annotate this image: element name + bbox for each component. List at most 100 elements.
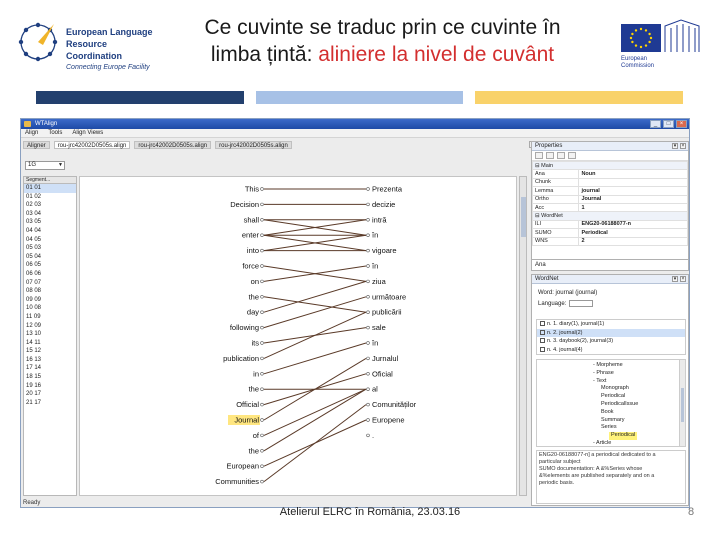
target-anchor[interactable] [366, 187, 370, 191]
source-anchor[interactable] [260, 433, 264, 438]
segment-row[interactable]: 02 03 [24, 201, 76, 210]
segment-row[interactable]: 13 10 [24, 330, 76, 339]
source-anchor[interactable] [260, 418, 264, 422]
segment-row[interactable]: 06 06 [24, 270, 76, 279]
target-word[interactable]: sale [372, 323, 386, 332]
menu-item[interactable]: Align Views [72, 129, 103, 137]
segment-list[interactable]: Segment... 01 01 01 02 02 03 03 04 03 05 04 0… [23, 176, 77, 496]
alignment-link[interactable] [263, 342, 367, 375]
target-anchor[interactable] [366, 433, 370, 438]
target-anchor[interactable] [366, 372, 370, 376]
target-word[interactable]: în [371, 231, 378, 240]
source-anchor[interactable] [260, 310, 264, 314]
segment-row[interactable]: 01 02 [24, 193, 76, 202]
property-row[interactable]: Ana Noun [531, 169, 688, 179]
wordnet-menu-button[interactable]: ▾ [672, 276, 678, 282]
segment-row[interactable]: 16 13 [24, 356, 76, 365]
source-word[interactable]: European [226, 462, 259, 471]
property-row[interactable]: Lemma journal [531, 186, 688, 196]
target-word[interactable]: Europene [372, 416, 405, 425]
target-word[interactable]: Jurnalul [372, 354, 399, 363]
source-word[interactable]: into [247, 246, 259, 255]
tree-node[interactable]: Summary [601, 417, 625, 425]
target-word[interactable]: intră [372, 215, 387, 224]
source-anchor[interactable] [260, 279, 264, 284]
tree-node[interactable]: Periodical [601, 393, 625, 401]
advanced-icon[interactable] [546, 152, 554, 159]
segment-row[interactable]: 05 04 [24, 253, 76, 262]
categories-icon[interactable] [535, 152, 543, 159]
tree-node[interactable]: - Text [593, 378, 606, 386]
tab-1[interactable]: rou-jrc42002D0505s.align [53, 140, 131, 149]
source-word[interactable]: Official [236, 400, 259, 409]
tree-node[interactable]: Series [601, 424, 617, 432]
segment-row[interactable]: 07 07 [24, 279, 76, 288]
target-anchor[interactable] [366, 310, 370, 314]
alignment-link[interactable] [263, 388, 367, 452]
sense-item[interactable]: n. 2. journal(2) [537, 328, 685, 337]
target-word[interactable]: publicării [372, 308, 402, 317]
tree-node[interactable]: - Morpheme [593, 362, 623, 370]
target-word[interactable]: Prezenta [372, 185, 403, 194]
property-row[interactable]: Acc 1 [531, 202, 688, 213]
segment-row[interactable]: 03 04 [24, 210, 76, 219]
source-anchor[interactable] [260, 264, 264, 268]
sense-checkbox[interactable] [540, 321, 545, 327]
menu-item[interactable]: Tools [48, 129, 62, 137]
target-anchor[interactable] [366, 202, 370, 207]
source-word[interactable]: publication [223, 354, 259, 363]
segment-row[interactable]: 11 09 [24, 313, 76, 322]
segment-row[interactable]: 14 11 [24, 339, 76, 348]
source-word[interactable]: of [253, 431, 260, 440]
target-word[interactable]: decizie [372, 200, 395, 209]
sense-item[interactable]: n. 1. diary(1), journal(1) [537, 320, 685, 329]
segment-row[interactable]: 19 16 [24, 382, 76, 391]
ana-field[interactable]: Ana [531, 259, 689, 271]
property-row[interactable]: WNS 2 [531, 236, 688, 246]
sense-checkbox[interactable] [540, 338, 545, 344]
target-anchor[interactable] [366, 264, 370, 268]
tree-node[interactable]: - Article [593, 440, 611, 446]
property-group[interactable]: ⊟ WordNet [532, 211, 688, 221]
source-word[interactable]: shall [244, 215, 260, 224]
sense-item[interactable]: n. 4. journal(4) [537, 346, 685, 355]
sense-checkbox[interactable] [540, 329, 545, 335]
property-group[interactable]: ⊟ Main [532, 160, 688, 171]
property-row[interactable]: Chunk [531, 177, 688, 188]
source-word[interactable]: the [249, 446, 259, 455]
tree-node[interactable]: PeriodicalIssue [601, 401, 638, 409]
source-anchor[interactable] [260, 479, 264, 484]
segment-row[interactable]: 12 09 [24, 322, 76, 331]
target-word[interactable]: Comunităților [372, 400, 417, 409]
tree-scrollbar[interactable] [679, 360, 685, 446]
target-anchor[interactable] [366, 295, 370, 299]
alignment-link[interactable] [263, 280, 367, 313]
source-word[interactable]: following [230, 323, 259, 332]
property-row[interactable]: SUMO Periodical [531, 228, 688, 238]
alignment-link[interactable] [263, 388, 367, 436]
source-anchor[interactable] [260, 387, 264, 391]
minimize-button[interactable]: _ [650, 120, 661, 128]
sense-checkbox[interactable] [540, 346, 545, 352]
alignment-canvas[interactable]: This Decision shall enter into force on the day f… [79, 176, 517, 496]
segment-row[interactable]: 08 08 [24, 287, 76, 296]
segment-row[interactable]: 06 05 [24, 261, 76, 270]
source-anchor[interactable] [260, 295, 264, 299]
target-word[interactable]: vigoare [372, 246, 397, 255]
source-word[interactable]: enter [242, 231, 260, 240]
source-word[interactable]: This [245, 185, 259, 194]
segment-row[interactable]: 09 09 [24, 296, 76, 305]
target-anchor[interactable] [366, 218, 370, 222]
target-anchor[interactable] [366, 356, 370, 361]
maximize-button[interactable]: □ [663, 120, 674, 128]
target-anchor[interactable] [366, 233, 370, 237]
segment-row[interactable]: 18 15 [24, 373, 76, 382]
alignment-link[interactable] [263, 296, 367, 329]
tab-0[interactable]: Aligner [23, 140, 50, 149]
segment-row[interactable]: 21 17 [24, 399, 76, 408]
tab-3[interactable]: rou-jrc42002D0505s.align [215, 140, 292, 149]
segment-row[interactable]: 04 05 [24, 236, 76, 245]
filter-icon[interactable] [557, 152, 565, 159]
tab-2[interactable]: rou-jrc42002D0505s.align [134, 140, 212, 149]
alignment-link[interactable] [263, 404, 367, 482]
